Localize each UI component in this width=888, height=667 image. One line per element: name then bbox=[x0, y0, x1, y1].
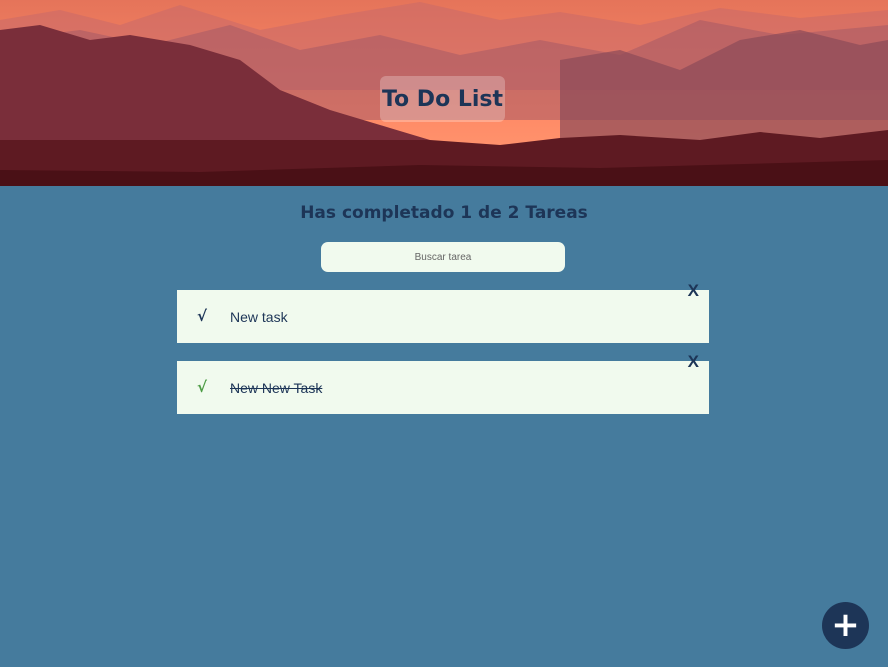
title-box: To Do List bbox=[380, 76, 505, 122]
completed-counter: Has completado 1 de 2 Tareas bbox=[300, 203, 588, 223]
todo-list: √ New task X √ New New Task X bbox=[177, 281, 709, 432]
app-page: To Do List Has completado 1 de 2 Tareas … bbox=[0, 0, 888, 667]
todo-text: New task bbox=[230, 309, 288, 325]
delete-button[interactable]: X bbox=[688, 281, 699, 301]
check-icon[interactable]: √ bbox=[197, 378, 207, 396]
todo-text: New New Task bbox=[230, 380, 323, 396]
check-icon[interactable]: √ bbox=[197, 307, 207, 325]
todo-item: √ New New Task X bbox=[177, 352, 709, 414]
search-input[interactable] bbox=[321, 242, 565, 272]
todo-item: √ New task X bbox=[177, 281, 709, 343]
add-todo-button[interactable]: + bbox=[822, 602, 869, 649]
delete-button[interactable]: X bbox=[688, 352, 699, 372]
header-banner: To Do List bbox=[0, 0, 888, 186]
page-title: To Do List bbox=[381, 86, 504, 112]
